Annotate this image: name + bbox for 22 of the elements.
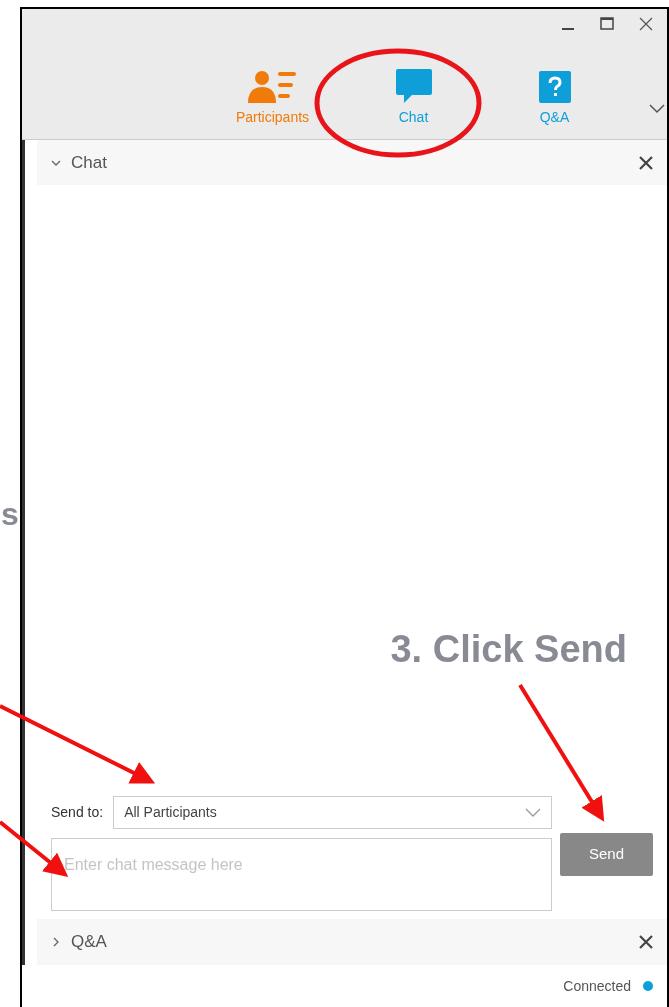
toolbar-tab[interactable]: Participants	[202, 69, 343, 128]
person-list-icon	[247, 69, 298, 103]
recipient-dropdown[interactable]: All Participants	[113, 796, 552, 829]
close-icon[interactable]	[639, 155, 653, 170]
question-icon	[538, 71, 571, 103]
send-to-label: Send to:	[51, 803, 104, 822]
maximize-icon[interactable]	[600, 17, 614, 31]
toolbar-tab[interactable]: Chat	[343, 69, 484, 128]
send-button[interactable]: Send	[560, 833, 653, 876]
panel-header[interactable]: Chat	[37, 140, 667, 185]
close-icon[interactable]	[639, 935, 653, 949]
annotation-text: 3. Click Send	[390, 630, 627, 668]
chevron-down-icon[interactable]	[649, 104, 665, 114]
toolbar-tab[interactable]: Q&A	[484, 71, 625, 128]
annotation-text: s	[1, 498, 20, 530]
chevron-right-icon[interactable]	[51, 937, 61, 947]
speech-bubble-icon	[395, 69, 432, 103]
message-field[interactable]: Enter chat message here	[51, 838, 552, 911]
panel-header[interactable]: Q&A	[37, 919, 667, 965]
close-icon[interactable]	[639, 17, 653, 31]
status-text: Connected	[563, 976, 631, 996]
chevron-down-icon	[525, 808, 541, 817]
